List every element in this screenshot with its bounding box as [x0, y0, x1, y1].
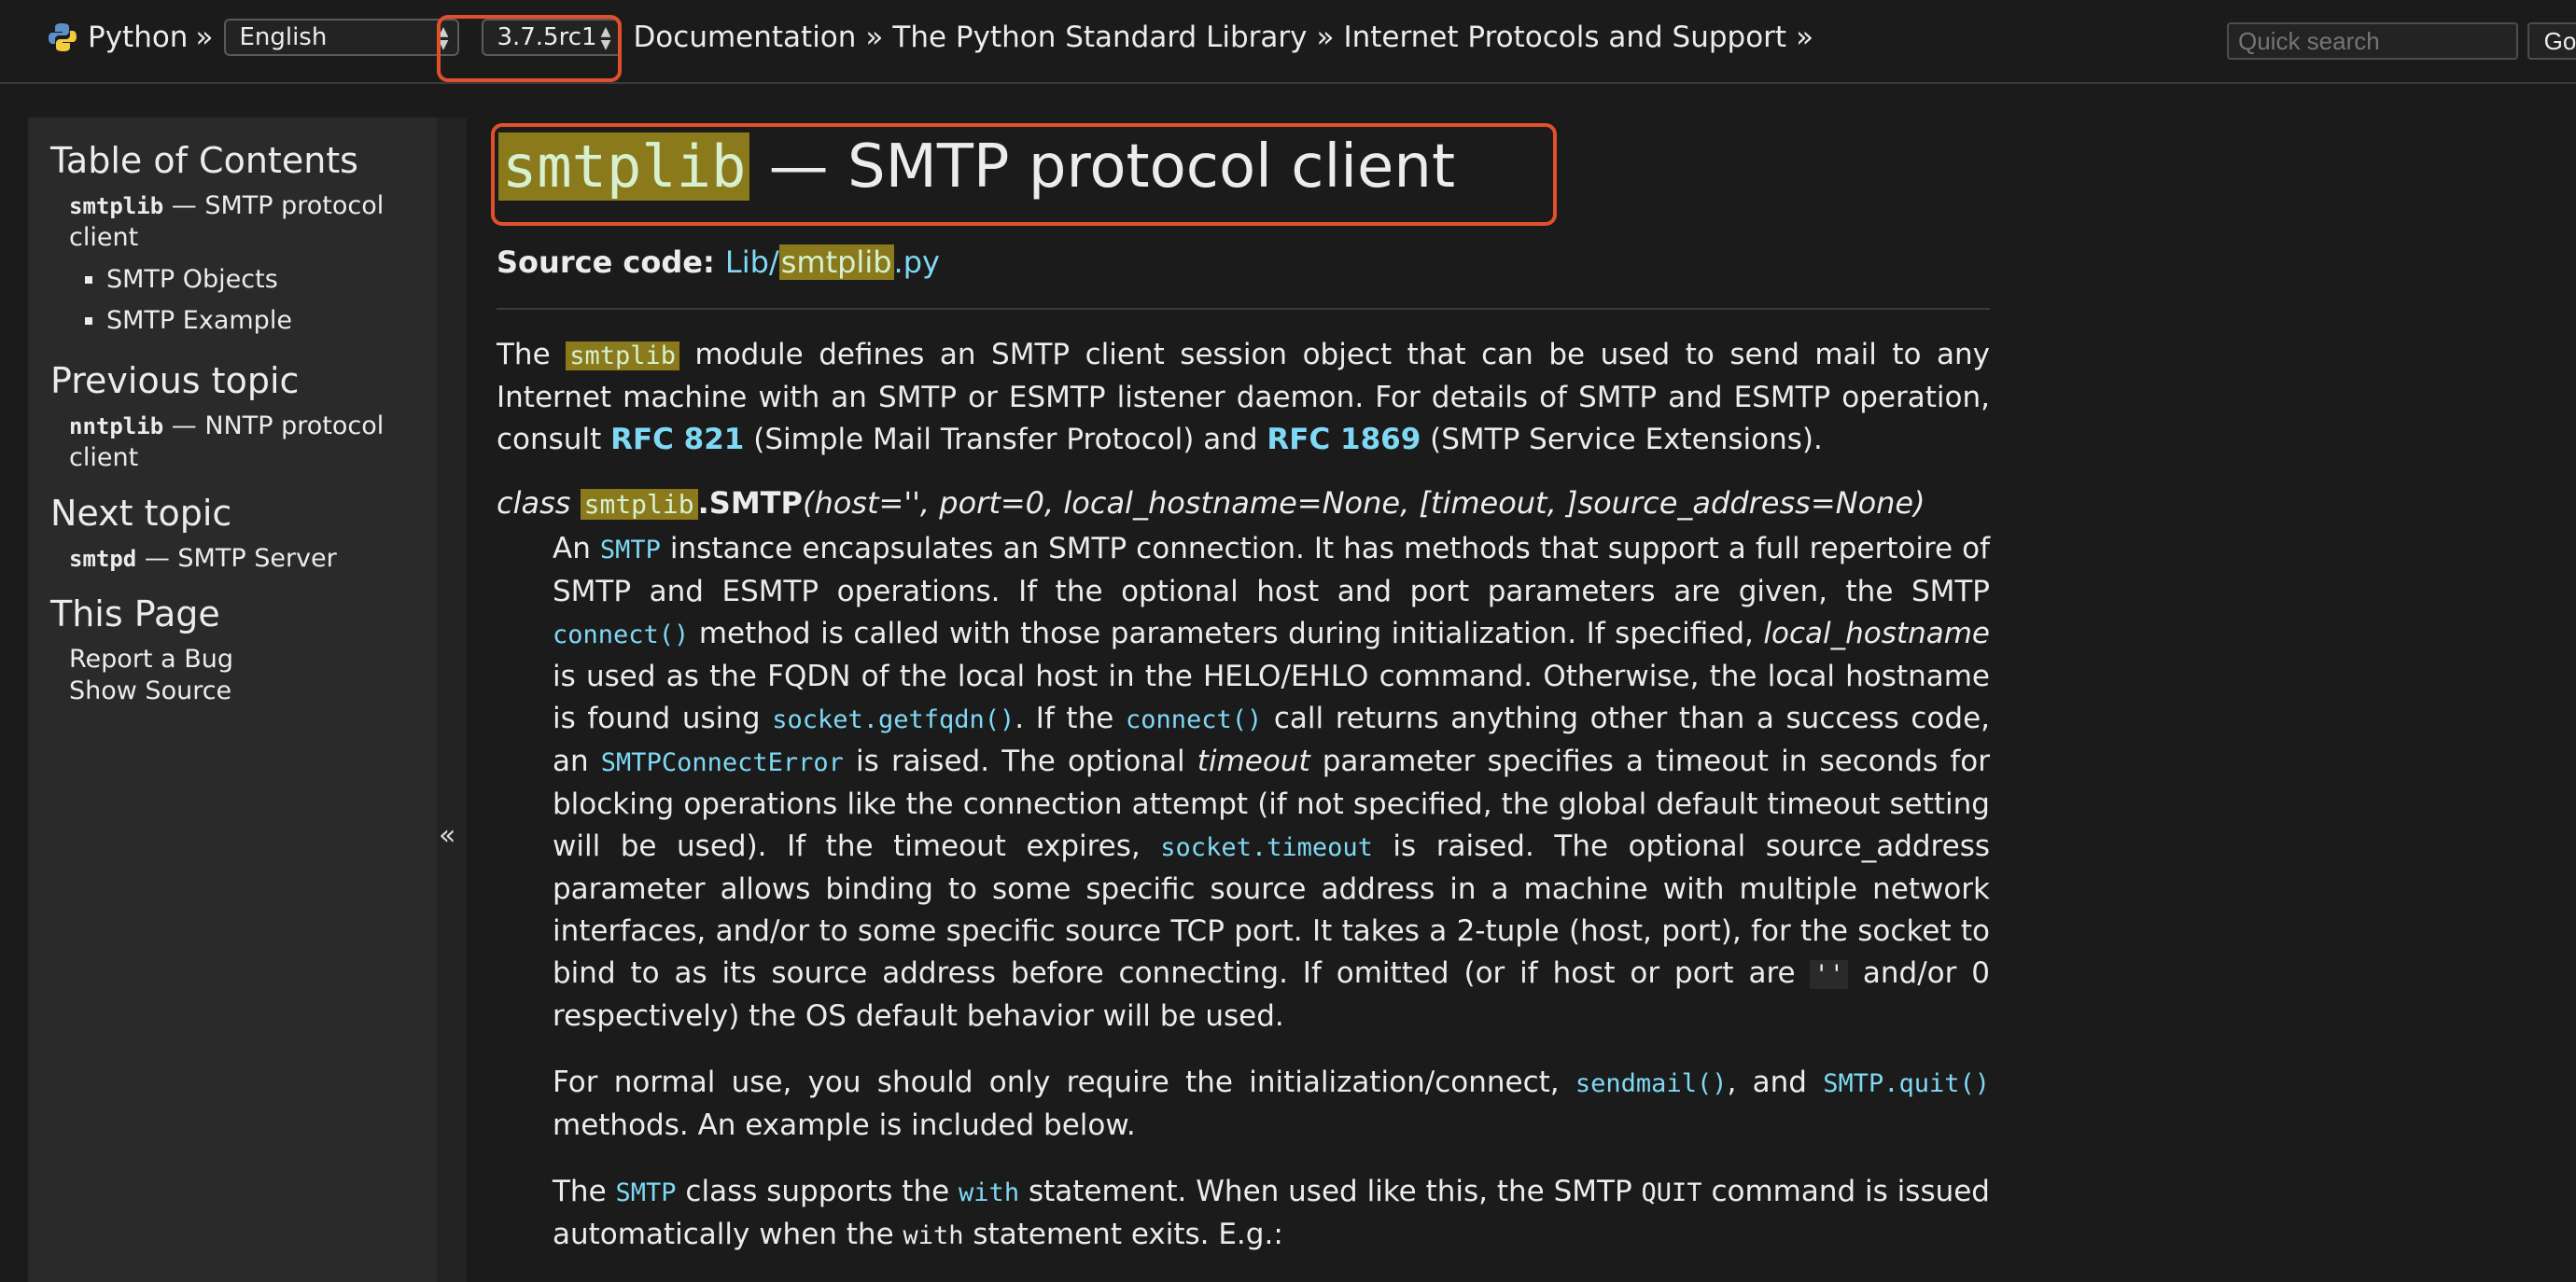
search-go-button[interactable]: Go — [2527, 22, 2576, 60]
main-content: smtplib — SMTP protocol client Source co… — [491, 118, 1990, 1281]
connect-method-link[interactable]: connect() — [553, 620, 689, 649]
smtp-class-link[interactable]: SMTP — [600, 536, 661, 564]
breadcrumb-separator: » — [865, 21, 884, 54]
source-code-label: Source code: — [497, 244, 715, 280]
sidebar-collapse-button[interactable]: « — [437, 118, 467, 1282]
toc-item-smtp-example[interactable]: SMTP Example — [106, 300, 414, 341]
language-select-value: English — [239, 23, 328, 51]
python-logo-icon — [49, 23, 77, 51]
normal-use-paragraph: For normal use, you should only require … — [553, 1062, 1990, 1147]
text: methods. An example is included below. — [553, 1108, 1136, 1142]
language-select[interactable]: English ▲ ▼ — [224, 19, 460, 56]
text: statement. When used like this, the SMTP — [1019, 1175, 1642, 1208]
breadcrumb-separator: » — [1796, 21, 1814, 54]
previous-topic-mono: nntplib — [69, 413, 164, 439]
sig-params: (host='', port=0, local_hostname=None, [… — [802, 485, 1925, 521]
breadcrumb-documentation[interactable]: Documentation — [633, 21, 856, 54]
smtp-quit-link[interactable]: SMTP.quit() — [1823, 1069, 1990, 1098]
sig-module-highlight: smtplib — [580, 489, 698, 520]
version-highlight-box — [437, 15, 622, 82]
text: . If the — [1015, 702, 1126, 735]
quit-command-code: QUIT — [1641, 1178, 1702, 1207]
socket-timeout-link[interactable]: socket.timeout — [1160, 833, 1373, 862]
next-topic-text: — SMTP Server — [136, 544, 337, 573]
text: , and — [1727, 1066, 1824, 1099]
sig-dot: . — [697, 485, 709, 521]
rfc-1869-link[interactable]: RFC 1869 — [1267, 423, 1421, 456]
title-highlight-box — [491, 123, 1557, 226]
text: The — [553, 1175, 616, 1208]
sig-class-keyword: class — [497, 485, 581, 521]
text: (Simple Mail Transfer Protocol) and — [744, 423, 1267, 456]
breadcrumb-separator: » — [195, 21, 214, 54]
text: instance encapsulates an SMTP connection… — [553, 532, 1990, 608]
previous-topic-link[interactable]: nntplib — NNTP protocol client — [69, 411, 414, 474]
toc-heading: Table of Contents — [50, 140, 358, 181]
text: For normal use, you should only require … — [553, 1066, 1575, 1099]
toc-list: SMTP Objects SMTP Example — [50, 259, 414, 341]
with-statement-paragraph: The SMTP class supports the with stateme… — [553, 1171, 1990, 1257]
top-navigation-bar: Python » English ▲ ▼ 3.7.5rc1 ▲ ▼ Document… — [0, 0, 2576, 84]
source-link-part: .py — [893, 244, 940, 280]
show-source-link[interactable]: Show Source — [69, 676, 414, 707]
text: class supports the — [676, 1175, 959, 1208]
source-link-highlight: smtplib — [778, 244, 894, 280]
breadcrumb-stdlib[interactable]: The Python Standard Library — [892, 21, 1307, 54]
empty-string-code: '' — [1810, 960, 1848, 989]
sig-class-name: SMTP — [708, 485, 803, 521]
this-page-heading: This Page — [50, 593, 220, 634]
class-signature: class smtplib .SMTP(host='', port=0, loca… — [497, 485, 1990, 521]
module-highlight: smtplib — [566, 341, 679, 370]
smtp-class-link-2[interactable]: SMTP — [616, 1178, 677, 1207]
breadcrumb: Python » English ▲ ▼ 3.7.5rc1 ▲ ▼ Document… — [47, 19, 1813, 56]
python-home-link[interactable]: Python — [88, 21, 188, 54]
report-bug-link[interactable]: Report a Bug — [69, 644, 414, 676]
source-code-link[interactable]: Lib/smtplib.py — [725, 244, 940, 280]
next-topic-mono: smtpd — [69, 546, 137, 572]
collapse-chevron-icon: « — [439, 819, 456, 852]
breadcrumb-internet-protocols[interactable]: Internet Protocols and Support — [1343, 21, 1786, 54]
source-link-part: Lib/ — [724, 244, 779, 280]
toc-main-mono: smtplib — [69, 193, 164, 219]
text: The — [497, 338, 567, 371]
sidebar: Table of Contents smtplib — SMTP protoco… — [28, 118, 437, 1282]
class-description: An SMTP instance encapsulates an SMTP co… — [553, 528, 1990, 1257]
with-keyword-code: with — [903, 1221, 964, 1250]
smtp-connect-error-link[interactable]: SMTPConnectError — [601, 748, 844, 777]
intro-paragraph: The smtplib module defines an SMTP clien… — [497, 334, 1990, 461]
local-hostname-param: local_hostname — [1763, 617, 1990, 650]
text: is raised. The optional — [843, 745, 1197, 778]
text: statement exits. E.g.: — [963, 1218, 1283, 1251]
with-statement-link[interactable]: with — [959, 1178, 1019, 1207]
breadcrumb-separator: » — [1316, 21, 1335, 54]
toc-main-link[interactable]: smtplib — SMTP protocol client — [69, 190, 414, 254]
getfqdn-link[interactable]: socket.getfqdn() — [772, 705, 1015, 734]
text: An — [553, 532, 600, 565]
text: method is called with those parameters d… — [689, 617, 1764, 650]
smtp-description-paragraph: An SMTP instance encapsulates an SMTP co… — [553, 528, 1990, 1038]
rfc-821-link[interactable]: RFC 821 — [610, 423, 744, 456]
text: (SMTP Service Extensions). — [1421, 423, 1823, 456]
connect-method-link-2[interactable]: connect() — [1126, 705, 1262, 734]
toc-item-smtp-objects[interactable]: SMTP Objects — [106, 259, 414, 300]
divider — [497, 308, 1990, 310]
timeout-param: timeout — [1197, 745, 1310, 778]
next-topic-link[interactable]: smtpd — SMTP Server — [69, 543, 414, 575]
previous-topic-heading: Previous topic — [50, 360, 300, 401]
next-topic-heading: Next topic — [50, 493, 232, 534]
source-code-line: Source code: Lib/smtplib.py — [497, 244, 1990, 280]
quick-search-input[interactable] — [2227, 22, 2518, 60]
sendmail-link[interactable]: sendmail() — [1575, 1069, 1728, 1098]
